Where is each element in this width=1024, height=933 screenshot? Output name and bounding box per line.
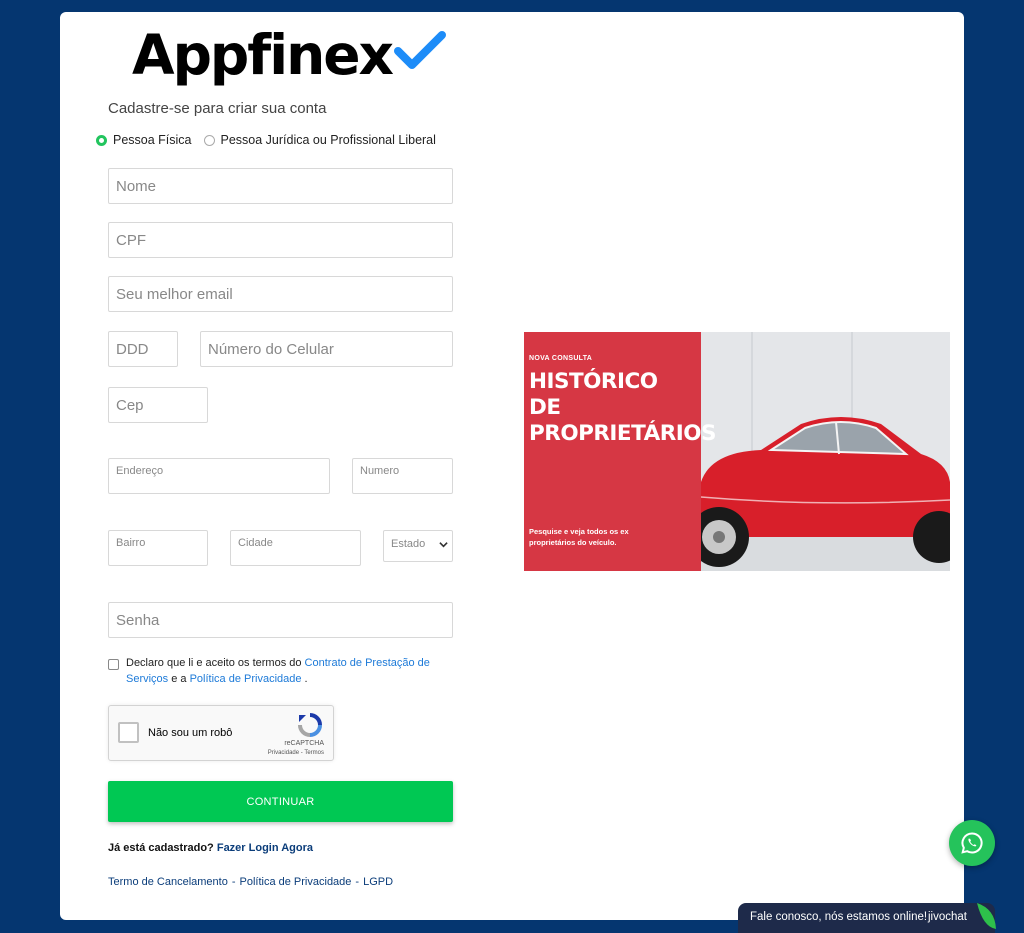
already-prefix: Já está cadastrado? <box>108 842 214 854</box>
numero-label: Numero <box>360 465 400 477</box>
terms-prefix: Declaro que li e aceito os termos do <box>126 657 305 669</box>
email-input[interactable] <box>108 276 453 312</box>
separator: - <box>231 876 236 888</box>
whatsapp-icon <box>961 832 983 854</box>
login-link[interactable]: Fazer Login Agora <box>217 842 313 854</box>
chat-brand: jivochat <box>928 911 967 923</box>
bairro-input[interactable]: Bairro <box>108 530 208 566</box>
endereco-input[interactable]: Endereço <box>108 458 330 494</box>
chat-message: Fale conosco, nós estamos online! <box>750 911 928 923</box>
terms-middle: e a <box>168 673 190 685</box>
chevron-down-icon <box>439 542 448 548</box>
cpf-input[interactable] <box>108 222 453 258</box>
continue-button[interactable]: CONTINUAR <box>108 781 453 822</box>
separator: - <box>355 876 360 888</box>
cep-input[interactable] <box>108 387 208 423</box>
banner-kicker: NOVA CONSULTA <box>529 355 593 362</box>
radio-selected-icon <box>96 134 107 146</box>
already-registered: Já está cadastrado? Fazer Login Agora <box>108 842 313 854</box>
privacy-link[interactable]: Política de Privacidade <box>190 673 302 685</box>
radio-label: Pessoa Jurídica ou Profissional Liberal <box>220 133 436 147</box>
radio-label: Pessoa Física <box>113 133 192 147</box>
recaptcha-checkbox[interactable] <box>118 722 139 743</box>
logo: Appfinex <box>132 20 447 90</box>
radio-pessoa-juridica[interactable]: Pessoa Jurídica ou Profissional Liberal <box>203 133 436 147</box>
numero-input[interactable]: Numero <box>352 458 453 494</box>
bairro-label: Bairro <box>116 537 146 549</box>
banner-title: HISTÓRICO DE PROPRIETÁRIOS <box>529 369 729 447</box>
cidade-input[interactable]: Cidade <box>230 530 361 566</box>
banner-title-line: PROPRIETÁRIOS <box>529 421 717 446</box>
banner-title-line: DE <box>529 395 561 420</box>
signup-card: Appfinex Cadastre-se para criar sua cont… <box>60 12 964 920</box>
cidade-label: Cidade <box>238 537 273 549</box>
promo-banner[interactable]: NOVA CONSULTA HISTÓRICO DE PROPRIETÁRIOS… <box>524 332 950 571</box>
estado-select[interactable]: Estado <box>383 530 453 562</box>
radio-unselected-icon <box>203 134 215 146</box>
celular-input[interactable] <box>200 331 453 367</box>
lgpd-link[interactable]: LGPD <box>363 876 393 888</box>
recaptcha-brand: reCAPTCHA <box>284 740 324 747</box>
banner-title-line: HISTÓRICO <box>529 369 658 394</box>
banner-description: Pesquise e veja todos os ex proprietário… <box>529 527 629 547</box>
terms-text: Declaro que li e aceito os termos do Con… <box>126 655 446 687</box>
terms-suffix: . <box>301 673 308 685</box>
footer-privacy-link[interactable]: Política de Privacidade <box>240 876 352 888</box>
nome-input[interactable] <box>108 168 453 204</box>
form-subtitle: Cadastre-se para criar sua conta <box>108 100 327 117</box>
logo-text: Appfinex <box>132 22 394 87</box>
footer-links: Termo de Cancelamento - Política de Privac… <box>108 876 393 888</box>
jivochat-widget[interactable]: Fale conosco, nós estamos online! jivoch… <box>738 903 996 933</box>
car-image <box>689 332 950 571</box>
recaptcha-logo-icon <box>298 713 322 737</box>
recaptcha-links[interactable]: Privacidade - Termos <box>268 750 324 756</box>
person-type-group: Pessoa Física Pessoa Jurídica ou Profiss… <box>96 133 448 147</box>
radio-pessoa-fisica[interactable]: Pessoa Física <box>96 133 192 147</box>
estado-label: Estado <box>391 538 426 550</box>
whatsapp-button[interactable] <box>949 820 995 866</box>
terms-checkbox[interactable] <box>108 659 119 670</box>
car-illustration <box>689 332 950 571</box>
leaf-icon <box>977 903 996 929</box>
endereco-label: Endereço <box>116 465 164 477</box>
senha-input[interactable] <box>108 602 453 638</box>
cancel-terms-link[interactable]: Termo de Cancelamento <box>108 876 228 888</box>
recaptcha-label: Não sou um robô <box>148 727 233 739</box>
checkmark-icon <box>394 31 447 69</box>
recaptcha-widget: Não sou um robô reCAPTCHA Privacidade - … <box>108 705 334 761</box>
banner-text-panel: NOVA CONSULTA HISTÓRICO DE PROPRIETÁRIOS… <box>524 332 717 571</box>
ddd-input[interactable] <box>108 331 178 367</box>
